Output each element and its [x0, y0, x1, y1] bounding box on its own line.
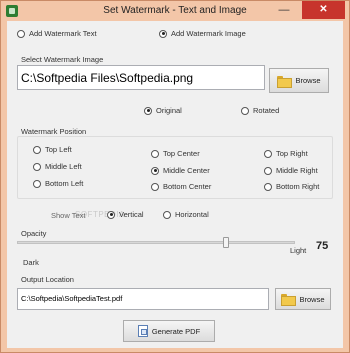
radio-indicator — [33, 162, 41, 171]
radio-indicator — [151, 182, 159, 191]
radio-indicator — [33, 145, 41, 154]
position-caption: Watermark Position — [21, 127, 87, 136]
title-bar[interactable]: Set Watermark - Text and Image — ✕ — [1, 1, 349, 21]
radio-indicator — [264, 149, 272, 158]
window-title: Set Watermark - Text and Image — [103, 5, 247, 16]
radio-middle-left[interactable]: Middle Left — [33, 162, 82, 171]
output-path-field[interactable]: C:\Softpedia\SoftpediaTest.pdf — [17, 288, 269, 310]
radio-label: Middle Center — [163, 166, 210, 175]
radio-indicator — [264, 166, 272, 175]
generate-pdf-label: Generate PDF — [151, 326, 201, 336]
opacity-slider-thumb[interactable] — [222, 237, 229, 248]
radio-label: Add Watermark Text — [29, 29, 97, 38]
radio-label: Horizontal — [175, 210, 209, 219]
radio-label: Middle Right — [276, 166, 318, 175]
folder-icon — [277, 75, 293, 88]
radio-label: Rotated — [253, 106, 280, 115]
radio-indicator — [33, 179, 41, 188]
radio-indicator — [159, 29, 167, 38]
radio-bottom-right[interactable]: Bottom Right — [264, 182, 319, 191]
radio-indicator — [17, 29, 25, 38]
radio-label: Original — [156, 106, 182, 115]
radio-add-text[interactable]: Add Watermark Text — [17, 29, 97, 38]
radio-indicator — [151, 149, 159, 158]
image-path-value: C:\Softpedia Files\Softpedia.png — [21, 71, 194, 85]
radio-bottom-left[interactable]: Bottom Left — [33, 179, 83, 188]
radio-top-center[interactable]: Top Center — [151, 149, 200, 158]
radio-top-left[interactable]: Top Left — [33, 145, 72, 154]
radio-label: Bottom Center — [163, 182, 212, 191]
radio-original[interactable]: Original — [144, 106, 182, 115]
dialog-body: Add Watermark Text Add Watermark Image S… — [7, 21, 343, 348]
minimize-button[interactable]: — — [273, 1, 295, 19]
radio-label: Vertical — [119, 210, 144, 219]
radio-label: Middle Left — [45, 162, 82, 171]
radio-indicator — [144, 106, 152, 115]
folder-icon — [281, 294, 297, 306]
radio-add-image[interactable]: Add Watermark Image — [159, 29, 246, 38]
radio-rotated[interactable]: Rotated — [241, 106, 279, 115]
radio-vertical[interactable]: Vertical — [107, 210, 144, 219]
radio-middle-center[interactable]: Middle Center — [151, 166, 210, 175]
select-image-caption: Select Watermark Image — [21, 55, 104, 64]
radio-label: Top Center — [163, 149, 200, 158]
image-path-field[interactable]: C:\Softpedia Files\Softpedia.png — [17, 65, 265, 90]
radio-middle-right[interactable]: Middle Right — [264, 166, 318, 175]
radio-label: Top Right — [276, 149, 308, 158]
radio-indicator — [163, 210, 171, 219]
radio-indicator — [264, 182, 272, 191]
radio-bottom-center[interactable]: Bottom Center — [151, 182, 211, 191]
browse-output-label: Browse — [299, 294, 325, 304]
opacity-value: 75 — [316, 240, 329, 252]
browse-image-button[interactable]: Browse — [269, 68, 329, 93]
browse-image-label: Browse — [295, 76, 321, 85]
radio-indicator — [151, 166, 159, 175]
opacity-caption: Opacity — [21, 229, 47, 238]
opacity-slider-track[interactable] — [17, 241, 295, 244]
radio-indicator — [241, 106, 249, 115]
radio-indicator — [107, 210, 115, 219]
generate-pdf-button[interactable]: Generate PDF — [123, 320, 215, 342]
browse-output-button[interactable]: Browse — [275, 288, 331, 310]
radio-label: Bottom Left — [45, 179, 84, 188]
radio-label: Bottom Right — [276, 182, 320, 191]
watermark-window: Set Watermark - Text and Image — ✕ Add W… — [0, 0, 350, 353]
opacity-min-label: Dark — [23, 258, 39, 267]
radio-top-right[interactable]: Top Right — [264, 149, 308, 158]
opacity-max-label: Light — [290, 246, 307, 255]
show-text-caption: Show Text — [51, 211, 86, 220]
radio-label: Add Watermark Image — [171, 29, 246, 38]
close-button[interactable]: ✕ — [302, 1, 345, 19]
output-path-value: C:\Softpedia\SoftpediaTest.pdf — [21, 294, 123, 303]
output-caption: Output Location — [21, 275, 74, 284]
radio-label: Top Left — [45, 145, 72, 154]
radio-horizontal[interactable]: Horizontal — [163, 210, 209, 219]
pdf-icon — [137, 325, 148, 337]
